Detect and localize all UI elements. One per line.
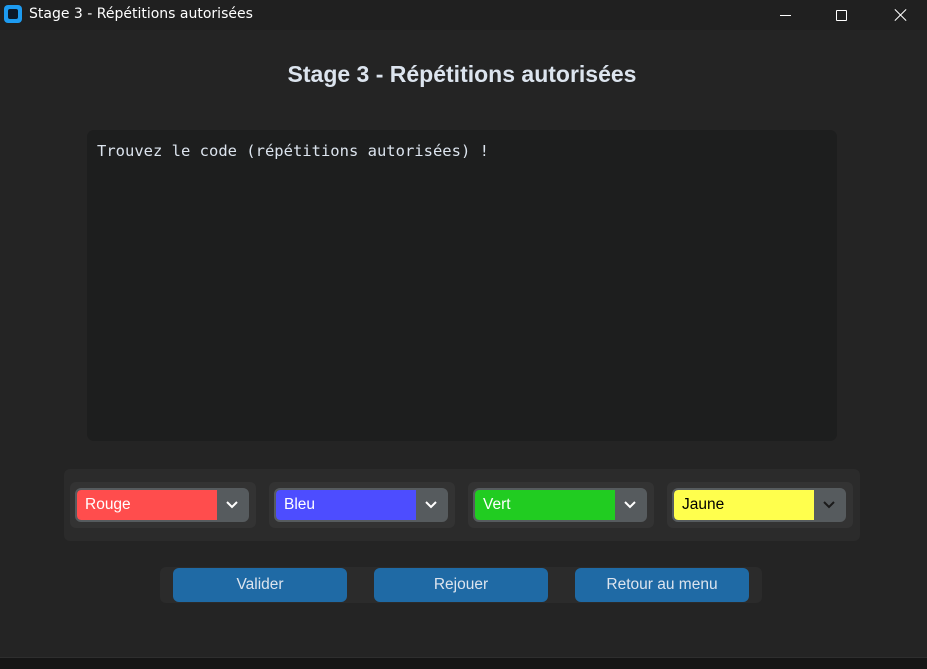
page-title: Stage 3 - Répétitions autorisées — [287, 61, 637, 87]
title-bar: Stage 3 - Répétitions autorisées — [0, 0, 927, 30]
maximize-icon — [835, 9, 847, 21]
output-message: Trouvez le code (répétitions autorisées)… — [97, 142, 489, 160]
color-dropdown-value: Rouge — [77, 490, 217, 520]
close-button[interactable] — [878, 0, 924, 30]
chevron-down-icon[interactable] — [814, 490, 844, 520]
color-dropdown-3[interactable]: Vert — [473, 488, 647, 522]
back-to-menu-button[interactable]: Retour au menu — [575, 568, 749, 602]
color-dropdown-value: Vert — [475, 490, 615, 520]
color-dropdown-1[interactable]: Rouge — [75, 488, 249, 522]
app-icon — [4, 5, 22, 23]
chevron-down-icon[interactable] — [416, 490, 446, 520]
chevron-down-icon[interactable] — [217, 490, 247, 520]
validate-button[interactable]: Valider — [173, 568, 347, 602]
output-textbox[interactable]: Trouvez le code (répétitions autorisées)… — [87, 130, 837, 441]
chevron-down-icon[interactable] — [615, 490, 645, 520]
color-dropdown-value: Jaune — [674, 490, 814, 520]
color-dropdown-value: Bleu — [276, 490, 416, 520]
close-icon — [894, 8, 908, 22]
window-title: Stage 3 - Répétitions autorisées — [29, 6, 253, 22]
replay-button[interactable]: Rejouer — [374, 568, 548, 602]
color-dropdown-4[interactable]: Jaune — [672, 488, 846, 522]
minimize-icon — [779, 14, 791, 16]
minimize-button[interactable] — [762, 0, 808, 30]
maximize-button[interactable] — [818, 0, 864, 30]
color-dropdown-2[interactable]: Bleu — [274, 488, 448, 522]
window-bottom-edge — [0, 657, 927, 669]
